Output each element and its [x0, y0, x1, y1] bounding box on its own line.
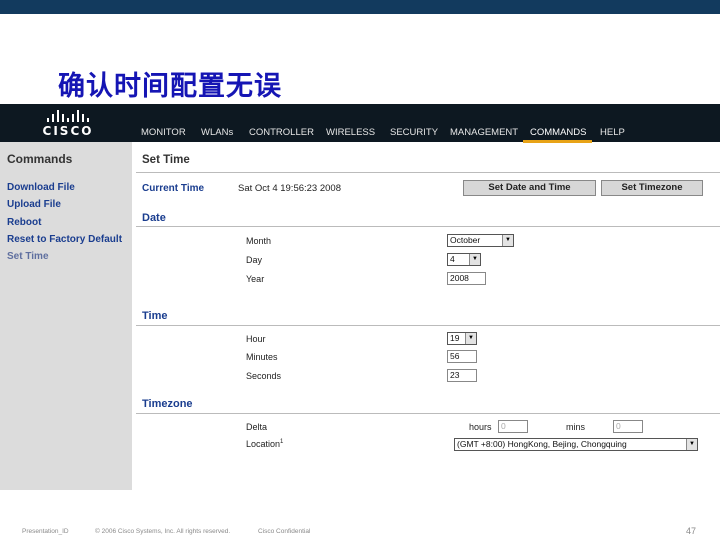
controller-screenshot: CISCO MONITOR WLANs CONTROLLER WIRELESS …: [0, 104, 720, 490]
time-section-heading: Time: [142, 310, 168, 322]
slide-top-bar: [0, 0, 720, 14]
location-select[interactable]: (GMT +8:00) HongKong, Bejing, Chongquing…: [454, 438, 698, 451]
slide-page-number: 47: [685, 526, 696, 536]
chevron-down-icon: ▼: [465, 333, 476, 344]
sidebar-heading: Commands: [7, 152, 73, 166]
delta-mins-input[interactable]: 0: [613, 420, 643, 433]
timezone-section-heading: Timezone: [142, 398, 193, 410]
footer-confidential: Cisco Confidential: [258, 528, 311, 535]
seconds-input[interactable]: 23: [447, 369, 477, 382]
hours-label: hours: [469, 422, 492, 432]
cisco-logo: CISCO: [38, 110, 98, 140]
chevron-down-icon: ▼: [502, 235, 513, 246]
nav-management[interactable]: MANAGEMENT: [450, 127, 518, 138]
sidebar-item-set-time[interactable]: Set Time: [7, 251, 49, 262]
seconds-label: Seconds: [246, 371, 282, 381]
cisco-wordmark: CISCO: [42, 124, 94, 138]
set-timezone-button[interactable]: Set Timezone: [601, 180, 703, 196]
nav-wireless[interactable]: WIRELESS: [326, 127, 375, 138]
nav-monitor[interactable]: MONITOR: [141, 127, 186, 138]
footer-presentation-id: Presentation_ID: [22, 528, 69, 535]
mins-label: mins: [566, 422, 586, 432]
nav-security[interactable]: SECURITY: [390, 127, 438, 138]
nav-help[interactable]: HELP: [600, 127, 625, 138]
location-label-text: Location: [246, 439, 281, 449]
minutes-label: Minutes: [246, 352, 278, 362]
set-date-time-button[interactable]: Set Date and Time: [463, 180, 596, 196]
chevron-down-icon: ▼: [469, 254, 480, 265]
nav-wlans[interactable]: WLANs: [201, 127, 233, 138]
sidebar-item-upload-file[interactable]: Upload File: [7, 199, 61, 210]
date-divider: [136, 226, 720, 227]
location-label: Location1: [246, 439, 283, 449]
main-content: Set Time Current Time Sat Oct 4 19:56:23…: [132, 142, 720, 490]
time-divider: [136, 325, 720, 326]
hour-select[interactable]: 19 ▼: [447, 332, 477, 345]
footer-copyright: © 2006 Cisco Systems, Inc. All rights re…: [95, 528, 231, 535]
sidebar-item-download-file[interactable]: Download File: [7, 182, 75, 193]
delta-hours-input[interactable]: 0: [498, 420, 528, 433]
page-title: Set Time: [142, 154, 190, 166]
top-navigation: CISCO MONITOR WLANs CONTROLLER WIRELESS …: [0, 104, 720, 143]
year-label: Year: [246, 274, 265, 284]
day-label: Day: [246, 255, 263, 265]
date-section-heading: Date: [142, 212, 166, 224]
minutes-input[interactable]: 56: [447, 350, 477, 363]
title-divider: [136, 172, 720, 173]
sidebar-item-reset-factory[interactable]: Reset to Factory Default: [7, 234, 122, 245]
sidebar-item-reboot[interactable]: Reboot: [7, 217, 41, 228]
day-select[interactable]: 4 ▼: [447, 253, 481, 266]
sidebar: Commands Download File Upload File Reboo…: [0, 142, 132, 490]
hour-label: Hour: [246, 334, 266, 344]
delta-label: Delta: [246, 422, 268, 432]
timezone-divider: [136, 413, 720, 414]
slide-title: 确认时间配置无误: [58, 71, 282, 102]
month-select[interactable]: October ▼: [447, 234, 514, 247]
location-select-value: (GMT +8:00) HongKong, Bejing, Chongquing: [457, 439, 627, 449]
current-time-value: Sat Oct 4 19:56:23 2008: [238, 183, 341, 194]
month-select-value: October: [450, 235, 481, 245]
current-time-label: Current Time: [142, 183, 205, 194]
year-input[interactable]: 2008: [447, 272, 486, 285]
cisco-bars-icon: [38, 110, 98, 122]
nav-controller[interactable]: CONTROLLER: [249, 127, 314, 138]
location-footnote-marker: 1: [280, 439, 284, 445]
chevron-down-icon: ▼: [686, 439, 697, 450]
day-select-value: 4: [450, 254, 455, 264]
month-label: Month: [246, 236, 272, 246]
hour-select-value: 19: [450, 333, 460, 343]
nav-commands[interactable]: COMMANDS: [530, 127, 586, 138]
